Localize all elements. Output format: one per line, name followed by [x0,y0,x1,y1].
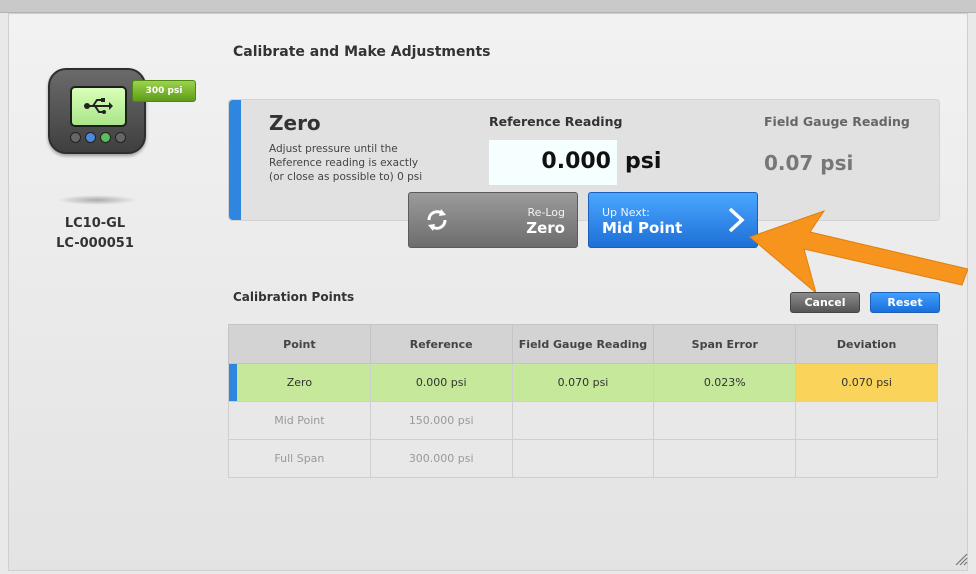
step-accent-bar [229,100,241,220]
table-cell [653,439,797,478]
table-row[interactable]: Mid Point 150.000 psi [228,401,938,440]
column-header: Point [228,324,371,364]
calibration-points-table: Point Reference Field Gauge Reading Span… [228,324,938,478]
field-gauge-label: Field Gauge Reading [764,114,910,129]
window-top-bar [0,0,976,13]
relog-button[interactable]: Re-Log Zero [408,192,578,248]
device-illustration: 300 psi [48,67,196,157]
table-cell: Mid Point [228,401,371,440]
relog-big-label: Zero [526,219,565,237]
device-screen [70,86,127,127]
table-cell [653,401,797,440]
table-cell [795,401,938,440]
device-range-badge: 300 psi [132,80,196,102]
step-card: Zero Adjust pressure until the Reference… [228,99,940,221]
table-cell: 150.000 psi [369,401,513,440]
column-header: Deviation [795,324,938,364]
usb-icon [84,98,113,114]
cancel-button[interactable]: Cancel [790,292,860,313]
table-cell: 0.070 psi [795,363,938,402]
column-header: Reference [369,324,513,364]
table-header-row: Point Reference Field Gauge Reading Span… [228,324,938,364]
refresh-icon [427,209,447,231]
column-header: Field Gauge Reading [511,324,655,364]
resize-grip-icon[interactable] [954,552,968,566]
reset-button[interactable]: Reset [870,292,940,313]
table-cell: Zero [228,363,371,402]
device-name: LC10-GL [64,216,126,231]
table-row[interactable]: Full Span 300.000 psi [228,439,938,478]
step-title: Zero [269,111,321,135]
page-title: Calibrate and Make Adjustments [233,44,491,60]
reference-reading-field: 0.000 [489,140,617,185]
column-header: Span Error [653,324,797,364]
led-indicator [100,132,111,143]
table-cell: 0.023% [653,363,797,402]
orange-callout-arrow [749,210,968,295]
led-indicator [85,132,96,143]
reference-reading-label: Reference Reading [489,114,623,129]
field-gauge-value: 0.07 psi [764,151,854,175]
relog-small-label: Re-Log [527,206,565,219]
device-shadow [57,195,137,205]
next-small-label: Up Next: [602,206,650,219]
table-cell [511,439,655,478]
table-cell [795,439,938,478]
table-cell: Full Span [228,439,371,478]
table-cell: 300.000 psi [369,439,513,478]
table-cell: 0.070 psi [511,363,655,402]
calibration-points-title: Calibration Points [233,290,355,304]
table-row[interactable]: Zero 0.000 psi 0.070 psi 0.023% 0.070 ps… [228,363,938,402]
table-cell: 0.000 psi [369,363,513,402]
led-indicator [70,132,81,143]
led-indicator [115,132,126,143]
table-cell [511,401,655,440]
reference-reading-unit: psi [625,149,662,174]
device-serial: LC-000051 [56,236,134,251]
next-big-label: Mid Point [602,219,683,237]
next-step-button[interactable]: Up Next: Mid Point [588,192,758,248]
reference-reading-value: 0.000 [541,149,611,174]
step-instruction: Adjust pressure until the Reference read… [269,143,423,183]
